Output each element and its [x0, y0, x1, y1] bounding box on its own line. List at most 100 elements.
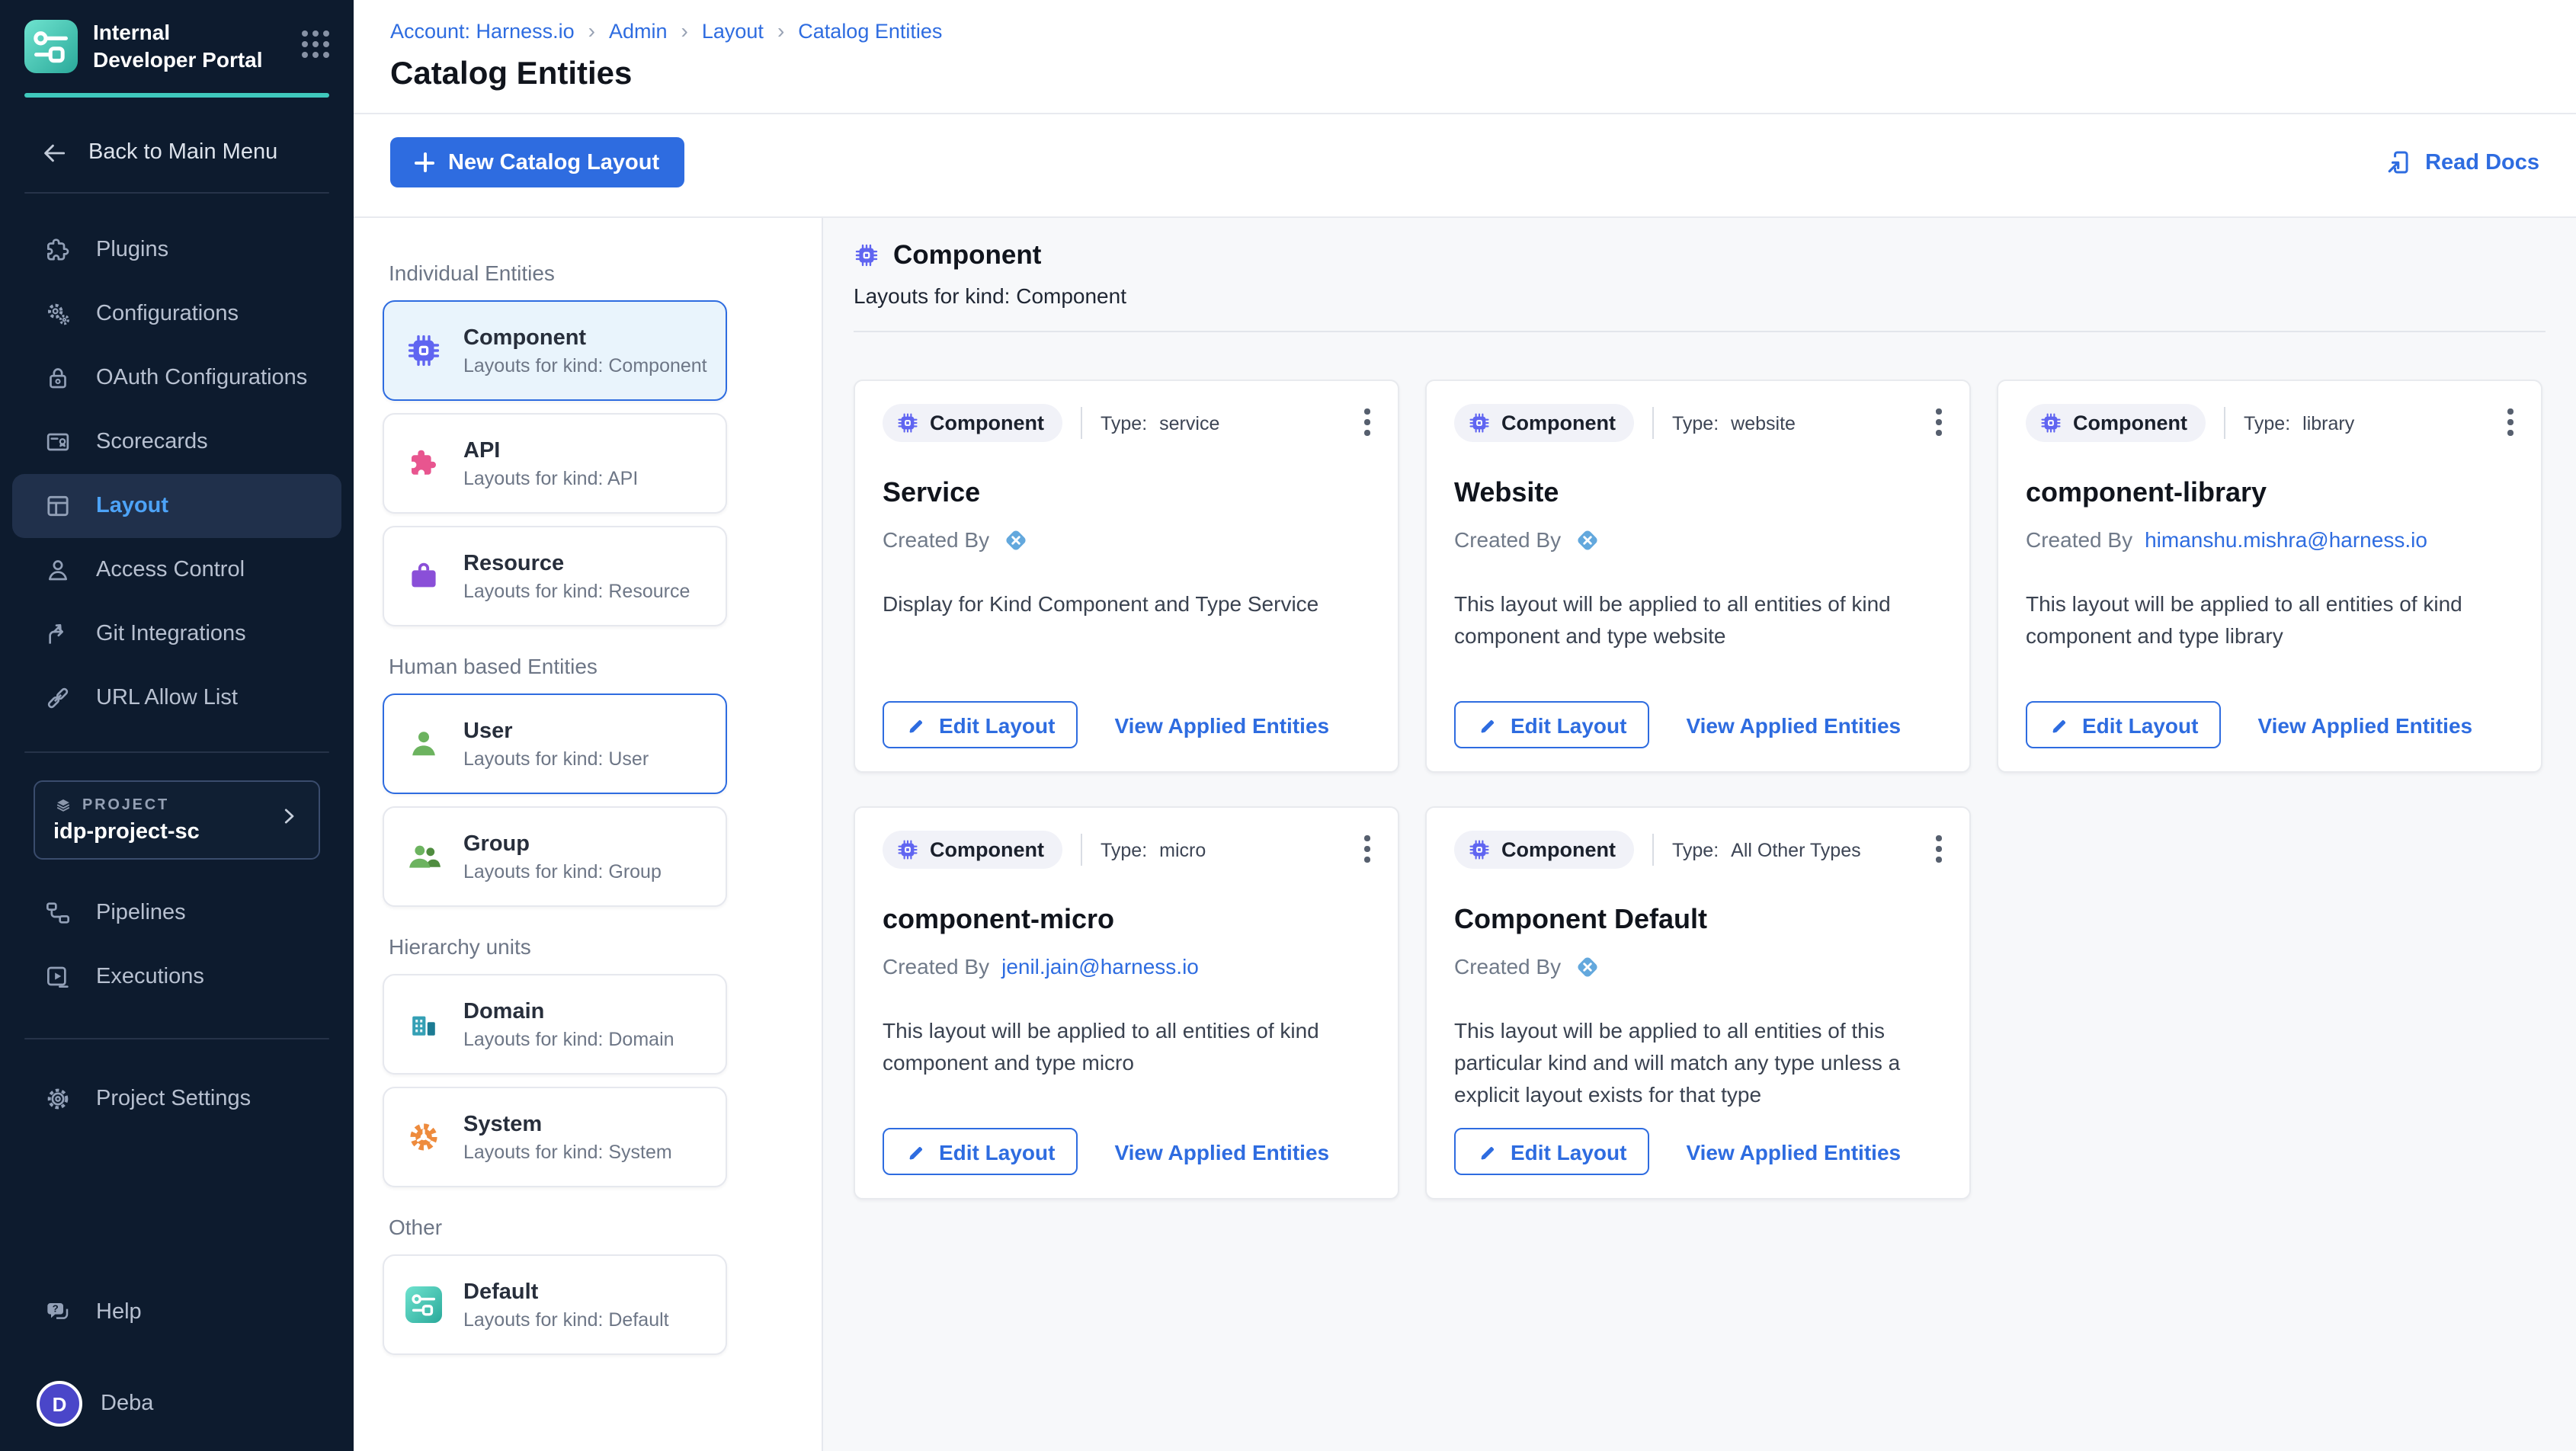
view-applied-entities-link[interactable]: View Applied Entities	[2257, 713, 2472, 737]
badge-separator	[1081, 834, 1082, 866]
entity-kind-desc: Layouts for kind: API	[463, 467, 638, 488]
sidebar-nav-label: Pipelines	[96, 901, 186, 925]
docs-external-icon	[2384, 148, 2413, 177]
gears-icon	[43, 299, 73, 329]
sidebar-nav-item[interactable]: Configurations	[0, 282, 354, 346]
sidebar-nav-item[interactable]: OAuth Configurations	[0, 346, 354, 410]
kebab-menu-icon[interactable]	[1926, 401, 1953, 444]
edit-layout-button[interactable]: Edit Layout	[1454, 701, 1649, 748]
user-menu[interactable]: D Deba	[0, 1381, 354, 1451]
entity-kind-card[interactable]: User Layouts for kind: User	[383, 693, 727, 794]
edit-layout-button[interactable]: Edit Layout	[2026, 701, 2221, 748]
entity-kind-card[interactable]: Resource Layouts for kind: Resource	[383, 526, 727, 626]
component-chip-icon	[1468, 412, 1491, 434]
resource-briefcase-icon	[402, 558, 444, 594]
pencil-icon	[1477, 1141, 1498, 1162]
sidebar-nav-item[interactable]: Layout	[12, 474, 341, 538]
sidebar: Internal Developer Portal Back to Main M…	[0, 0, 354, 1451]
sidebar-nav-item[interactable]: Access Control	[0, 538, 354, 602]
user-name: Deba	[101, 1392, 153, 1416]
sidebar-project-nav: Pipelines Executions	[0, 881, 354, 1009]
new-catalog-layout-button[interactable]: New Catalog Layout	[390, 137, 684, 187]
project-name: idp-project-sc	[53, 820, 200, 844]
entity-kind-card[interactable]: Domain Layouts for kind: Domain	[383, 974, 727, 1075]
kind-layouts-area: Component Layouts for kind: Component Co…	[823, 218, 2576, 1451]
entity-kind-card[interactable]: Default Layouts for kind: Default	[383, 1254, 727, 1355]
app-root: Internal Developer Portal Back to Main M…	[0, 0, 2576, 1451]
creator-email-link[interactable]: jenil.jain@harness.io	[1001, 954, 1199, 979]
sidebar-nav-item[interactable]: Plugins	[0, 218, 354, 282]
user-icon	[402, 726, 444, 762]
edit-layout-button[interactable]: Edit Layout	[1454, 1128, 1649, 1175]
harness-creator-icon	[1573, 525, 1602, 554]
layers-icon	[53, 796, 73, 815]
layout-card-footer: Edit Layout View Applied Entities	[2026, 701, 2472, 748]
created-by-row: Created By	[883, 524, 1370, 555]
layout-title: component-micro	[883, 904, 1370, 936]
sidebar-nav-item[interactable]: Scorecards	[0, 410, 354, 474]
kind-badge: Component	[883, 404, 1062, 442]
entity-section-label: Hierarchy units	[389, 934, 727, 959]
entity-kind-name: Domain	[463, 999, 674, 1023]
kebab-menu-icon[interactable]	[1354, 828, 1381, 870]
apps-grid-icon[interactable]	[302, 30, 329, 58]
sidebar-item-help[interactable]: Help	[0, 1280, 354, 1344]
entity-kind-name: Component	[463, 325, 707, 350]
sidebar-item-project-settings[interactable]: Project Settings	[0, 1067, 354, 1131]
brand-header: Internal Developer Portal	[0, 0, 354, 73]
breadcrumb-link[interactable]: Admin	[609, 18, 702, 43]
entity-kind-card[interactable]: Group Layouts for kind: Group	[383, 806, 727, 907]
app-title: Internal Developer Portal	[93, 20, 276, 73]
entity-kind-card[interactable]: API Layouts for kind: API	[383, 413, 727, 514]
entity-kind-name: Group	[463, 831, 662, 856]
view-applied-entities-link[interactable]: View Applied Entities	[1686, 1139, 1901, 1164]
entity-section-items: Domain Layouts for kind: Domain System	[383, 974, 727, 1187]
component-chip-icon	[854, 242, 879, 268]
layout-card: Component Type:service Service Created	[854, 380, 1399, 773]
entity-kind-name: API	[463, 438, 638, 463]
entity-kind-desc: Layouts for kind: Default	[463, 1308, 669, 1330]
edit-layout-button[interactable]: Edit Layout	[883, 1128, 1078, 1175]
creator-email-link[interactable]: himanshu.mishra@harness.io	[2145, 527, 2427, 552]
sidebar-divider	[24, 192, 329, 194]
entity-section-label: Human based Entities	[389, 654, 727, 678]
created-by-row: Created By	[1454, 951, 1942, 982]
avatar: D	[37, 1381, 82, 1427]
created-by-label: Created By	[883, 527, 989, 552]
entity-kind-name: User	[463, 719, 649, 743]
view-applied-entities-link[interactable]: View Applied Entities	[1686, 713, 1901, 737]
main-area: Account: Harness.io Admin Layout Catalog…	[354, 0, 2576, 1451]
kind-subtitle: Layouts for kind: Component	[854, 283, 2546, 332]
kebab-menu-icon[interactable]	[1354, 401, 1381, 444]
toolbar: New Catalog Layout Read Docs	[354, 114, 2576, 218]
component-chip-icon	[896, 412, 919, 434]
sidebar-nav-item[interactable]: Executions	[0, 945, 354, 1009]
entity-kind-card[interactable]: System Layouts for kind: System	[383, 1087, 727, 1187]
sidebar-nav-item[interactable]: URL Allow List	[0, 666, 354, 730]
kind-badge: Component	[883, 831, 1062, 869]
breadcrumb-link[interactable]: Layout	[702, 18, 798, 43]
kebab-menu-icon[interactable]	[2498, 401, 2524, 444]
breadcrumb-link[interactable]: Account: Harness.io	[390, 18, 609, 43]
entity-kind-name: Default	[463, 1280, 669, 1304]
sidebar-nav-item[interactable]: Git Integrations	[0, 602, 354, 666]
view-applied-entities-link[interactable]: View Applied Entities	[1114, 1139, 1329, 1164]
project-selector[interactable]: PROJECT idp-project-sc	[34, 780, 320, 860]
entity-kind-card[interactable]: Component Layouts for kind: Component	[383, 300, 727, 401]
read-docs-link[interactable]: Read Docs	[2384, 148, 2539, 177]
kebab-menu-icon[interactable]	[1926, 828, 1953, 870]
breadcrumb-link[interactable]: Catalog Entities	[798, 19, 942, 42]
layout-description: This layout will be applied to all entit…	[1454, 1015, 1942, 1111]
view-applied-entities-link[interactable]: View Applied Entities	[1114, 713, 1329, 737]
sidebar-nav-item[interactable]: Pipelines	[0, 881, 354, 945]
back-to-main-menu[interactable]: Back to Main Menu	[40, 125, 329, 180]
badge-separator	[1652, 834, 1654, 866]
kind-badge: Component	[1454, 404, 1634, 442]
layout-description: This layout will be applied to all entit…	[2026, 588, 2514, 652]
entity-section-label: Other	[389, 1215, 727, 1239]
sidebar-nav-label: Project Settings	[96, 1087, 251, 1111]
layout-card-top: Component Type:All Other Types	[1454, 831, 1942, 869]
arrow-left-icon	[40, 138, 69, 167]
pencil-icon	[2049, 714, 2070, 735]
edit-layout-button[interactable]: Edit Layout	[883, 701, 1078, 748]
